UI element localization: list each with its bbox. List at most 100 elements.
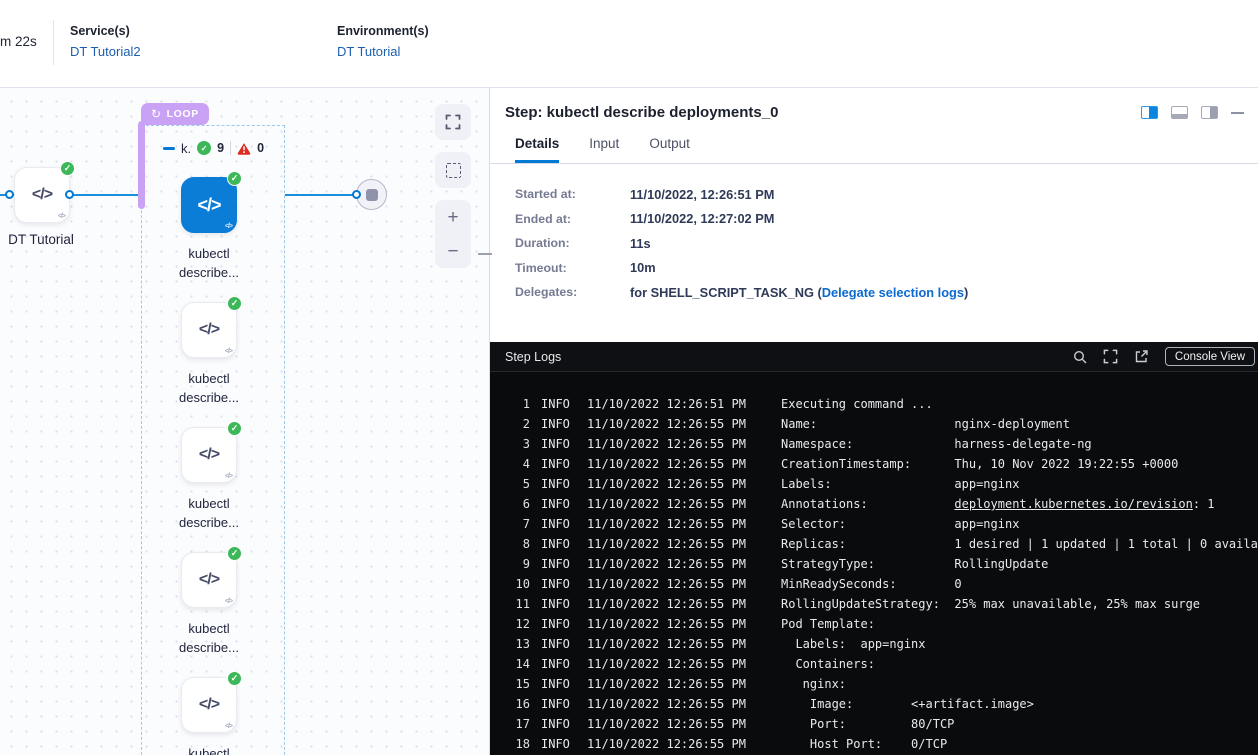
log-line-number: 15: [505, 674, 530, 694]
step-label: kubectldescribe...: [179, 619, 239, 657]
step-node[interactable]: </> </> ✓: [181, 177, 237, 233]
log-line: 15 INFO 11/10/2022 12:26:55 PM nginx:: [505, 674, 1258, 694]
started-at-label: Started at:: [515, 187, 630, 201]
step-node[interactable]: </> </> ✓: [181, 302, 237, 358]
log-timestamp: 11/10/2022 12:26:55 PM: [587, 494, 747, 514]
timeout-value: 10m: [630, 260, 656, 275]
log-level: INFO: [541, 714, 571, 734]
loop-group-bar: [138, 121, 145, 209]
log-line: 17 INFO 11/10/2022 12:26:55 PM Port: 80/…: [505, 714, 1258, 734]
log-timestamp: 11/10/2022 12:26:55 PM: [587, 474, 747, 494]
app: m 22s Service(s) DT Tutorial2 Environmen…: [0, 0, 1258, 755]
panel-resize-handle[interactable]: [478, 253, 492, 255]
log-line: 7 INFO 11/10/2022 12:26:55 PM Selector: …: [505, 514, 1258, 534]
success-check-icon: ✓: [227, 546, 242, 561]
log-timestamp: 11/10/2022 12:26:55 PM: [587, 694, 747, 714]
stage-node[interactable]: </> </> ✓: [14, 167, 70, 223]
log-line: 3 INFO 11/10/2022 12:26:55 PM Namespace:…: [505, 434, 1258, 454]
log-line-number: 1: [505, 394, 530, 414]
log-message: Host Port: 0/TCP: [781, 734, 947, 754]
log-level: INFO: [541, 734, 571, 754]
tab-details[interactable]: Details: [515, 136, 559, 163]
log-line-number: 11: [505, 594, 530, 614]
detail-row-duration: Duration: 11s: [515, 231, 1258, 256]
log-level: INFO: [541, 394, 571, 414]
log-console[interactable]: 1 INFO 11/10/2022 12:26:51 PM Executing …: [490, 372, 1258, 755]
log-message: Pod Template:: [781, 614, 875, 634]
step-label: kubectldescribe...: [179, 744, 239, 755]
tab-output[interactable]: Output: [649, 136, 690, 163]
split-view-icon[interactable]: [1141, 106, 1158, 119]
elapsed-time: m 22s: [0, 34, 37, 49]
step-item: </> </> ✓ kubectldescribe...: [149, 177, 269, 302]
log-line-number: 2: [505, 414, 530, 434]
log-timestamp: 11/10/2022 12:26:55 PM: [587, 574, 747, 594]
marquee-select-button[interactable]: [435, 152, 471, 188]
console-view-button[interactable]: Console View: [1165, 347, 1255, 366]
environments-block: Environment(s) DT Tutorial: [337, 24, 429, 61]
code-icon: </>: [199, 571, 219, 589]
log-line: 9 INFO 11/10/2022 12:26:55 PM StrategyTy…: [505, 554, 1258, 574]
search-icon[interactable]: [1073, 350, 1087, 364]
log-line: 8 INFO 11/10/2022 12:26:55 PM Replicas: …: [505, 534, 1258, 554]
started-at-value: 11/10/2022, 12:26:51 PM: [630, 187, 774, 202]
log-line: 12 INFO 11/10/2022 12:26:55 PM Pod Templ…: [505, 614, 1258, 634]
minimize-icon[interactable]: [1231, 112, 1244, 114]
log-timestamp: 11/10/2022 12:26:55 PM: [587, 594, 747, 614]
shell-script-icon: </>: [225, 723, 232, 730]
zoom-out-button[interactable]: −: [447, 242, 458, 261]
shell-script-icon: </>: [225, 598, 232, 605]
success-check-icon: ✓: [60, 161, 75, 176]
log-message: CreationTimestamp: Thu, 10 Nov 2022 19:2…: [781, 454, 1178, 474]
step-node[interactable]: </> </> ✓: [181, 552, 237, 608]
service-link[interactable]: DT Tutorial2: [70, 44, 141, 59]
log-line-number: 7: [505, 514, 530, 534]
zoom-in-button[interactable]: +: [447, 208, 458, 227]
bottom-panel-view-icon[interactable]: [1171, 106, 1188, 119]
ended-at-label: Ended at:: [515, 212, 630, 226]
log-level: INFO: [541, 594, 571, 614]
log-line-number: 4: [505, 454, 530, 474]
step-logs-header: Step Logs Console View: [490, 342, 1258, 372]
services-block: Service(s) DT Tutorial2: [70, 24, 141, 61]
steps-column: </> </> ✓ kubectldescribe... </> </> ✓ k…: [149, 177, 269, 755]
step-label: kubectldescribe...: [179, 494, 239, 532]
log-message: Annotations: deployment.kubernetes.io/re…: [781, 494, 1215, 514]
log-level: INFO: [541, 534, 571, 554]
open-in-new-icon[interactable]: [1134, 349, 1149, 364]
tab-input[interactable]: Input: [589, 136, 619, 163]
loop-badge[interactable]: ↻ LOOP: [141, 103, 209, 125]
log-level: INFO: [541, 614, 571, 634]
log-level: INFO: [541, 654, 571, 674]
environment-link[interactable]: DT Tutorial: [337, 44, 400, 59]
ended-at-value: 11/10/2022, 12:27:02 PM: [630, 211, 774, 226]
collapse-group-button[interactable]: [163, 147, 175, 150]
log-timestamp: 11/10/2022 12:26:55 PM: [587, 674, 747, 694]
fit-to-screen-button[interactable]: [435, 104, 471, 140]
step-node[interactable]: </> </> ✓: [181, 427, 237, 483]
delegate-selection-logs-link[interactable]: Delegate selection logs: [822, 285, 964, 300]
code-icon: </>: [197, 195, 220, 216]
execution-header: m 22s Service(s) DT Tutorial2 Environmen…: [0, 0, 1258, 88]
fullscreen-logs-icon[interactable]: [1103, 349, 1118, 364]
shell-script-icon: </>: [225, 473, 232, 480]
detail-row-started: Started at: 11/10/2022, 12:26:51 PM: [515, 182, 1258, 207]
code-icon: </>: [199, 321, 219, 339]
log-annotation-link[interactable]: deployment.kubernetes.io/revision: [954, 497, 1192, 511]
right-panel-view-icon[interactable]: [1201, 106, 1218, 119]
log-line-number: 16: [505, 694, 530, 714]
step-details-panel: Step: kubectl describe deployments_0 Det…: [490, 88, 1258, 755]
log-line-number: 3: [505, 434, 530, 454]
step-node[interactable]: </> </> ✓: [181, 677, 237, 733]
log-line-number: 18: [505, 734, 530, 754]
log-line: 18 INFO 11/10/2022 12:26:55 PM Host Port…: [505, 734, 1258, 754]
marquee-select-icon: [446, 163, 461, 178]
log-level: INFO: [541, 694, 571, 714]
code-icon: </>: [199, 696, 219, 714]
log-timestamp: 11/10/2022 12:26:55 PM: [587, 614, 747, 634]
loop-icon: ↻: [151, 107, 162, 121]
log-line-number: 12: [505, 614, 530, 634]
zoom-controls: + −: [435, 200, 471, 268]
code-icon: </>: [199, 446, 219, 464]
pipeline-canvas[interactable]: ↻ LOOP k. ✓ 9 0 </> </> ✓: [0, 88, 490, 755]
